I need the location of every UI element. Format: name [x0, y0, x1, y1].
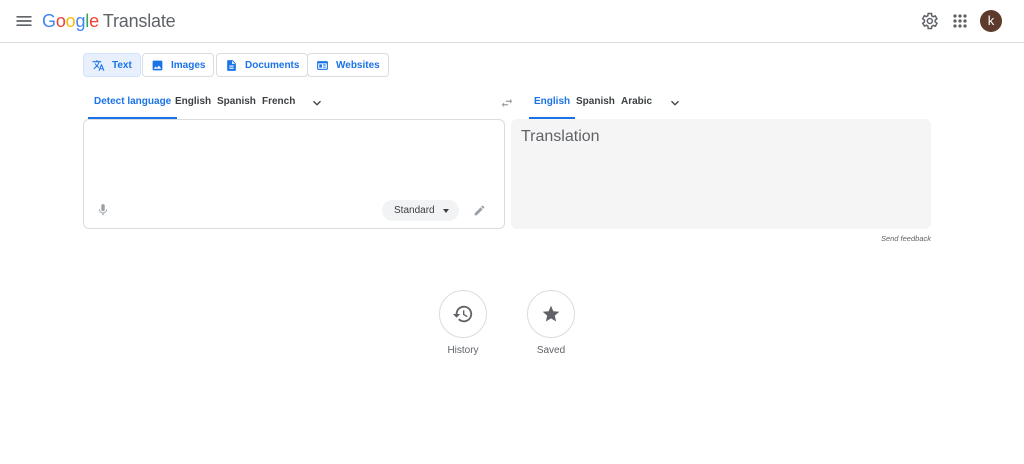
logo-letter: e	[89, 11, 99, 31]
logo-letter: o	[65, 11, 76, 31]
source-lang-spanish[interactable]: Spanish	[217, 93, 256, 119]
tab-images[interactable]: Images	[142, 53, 215, 77]
logo-letter: o	[55, 11, 66, 31]
gear-icon[interactable]	[919, 11, 939, 31]
tone-label: Standard	[394, 205, 435, 216]
source-panel: Standard	[83, 119, 505, 229]
tab-documents-label: Documents	[245, 59, 300, 71]
microphone-icon[interactable]	[96, 203, 110, 217]
account-avatar[interactable]: k	[980, 10, 1002, 32]
source-lang-detect[interactable]: Detect language	[88, 93, 178, 119]
source-lang-french[interactable]: French	[262, 93, 295, 119]
tab-text[interactable]: Text	[83, 53, 141, 77]
chevron-down-icon[interactable]	[310, 96, 324, 110]
target-lang-arabic[interactable]: Arabic	[621, 93, 652, 119]
star-icon	[542, 305, 560, 322]
menu-icon[interactable]	[14, 11, 34, 31]
product-name: Translate	[102, 11, 176, 31]
send-feedback-link[interactable]: Send feedback	[881, 234, 931, 243]
target-lang-spanish[interactable]: Spanish	[576, 93, 615, 119]
apps-grid-icon[interactable]	[950, 11, 970, 31]
translation-panel: Translation	[511, 119, 931, 229]
app-logo[interactable]: Google Translate	[42, 11, 176, 31]
caret-down-icon	[442, 208, 449, 213]
top-bar: Google Translate k	[0, 0, 1024, 43]
translate-icon	[92, 59, 105, 71]
tone-dropdown[interactable]: Standard	[382, 200, 459, 221]
tab-documents[interactable]: Documents	[216, 53, 309, 77]
source-lang-english[interactable]: English	[175, 93, 211, 119]
pencil-icon[interactable]	[473, 204, 486, 217]
saved-button[interactable]	[527, 290, 575, 338]
tab-images-label: Images	[171, 59, 206, 71]
tab-text-label: Text	[112, 59, 132, 71]
logo-letter: G	[42, 11, 56, 31]
tab-websites[interactable]: Websites	[307, 53, 389, 77]
target-lang-english[interactable]: English	[529, 93, 576, 119]
saved-label: Saved	[536, 345, 566, 356]
history-icon	[452, 305, 473, 323]
history-label: History	[447, 345, 479, 356]
tab-websites-label: Websites	[336, 59, 380, 71]
image-icon	[152, 60, 163, 70]
chevron-down-icon[interactable]	[668, 96, 682, 110]
logo-letter: g	[75, 11, 86, 31]
translation-output: Translation	[521, 128, 600, 145]
history-button[interactable]	[439, 290, 487, 338]
document-icon	[227, 59, 236, 71]
website-icon	[317, 60, 328, 70]
source-text-input[interactable]	[94, 128, 494, 198]
swap-languages-icon[interactable]	[500, 96, 514, 110]
